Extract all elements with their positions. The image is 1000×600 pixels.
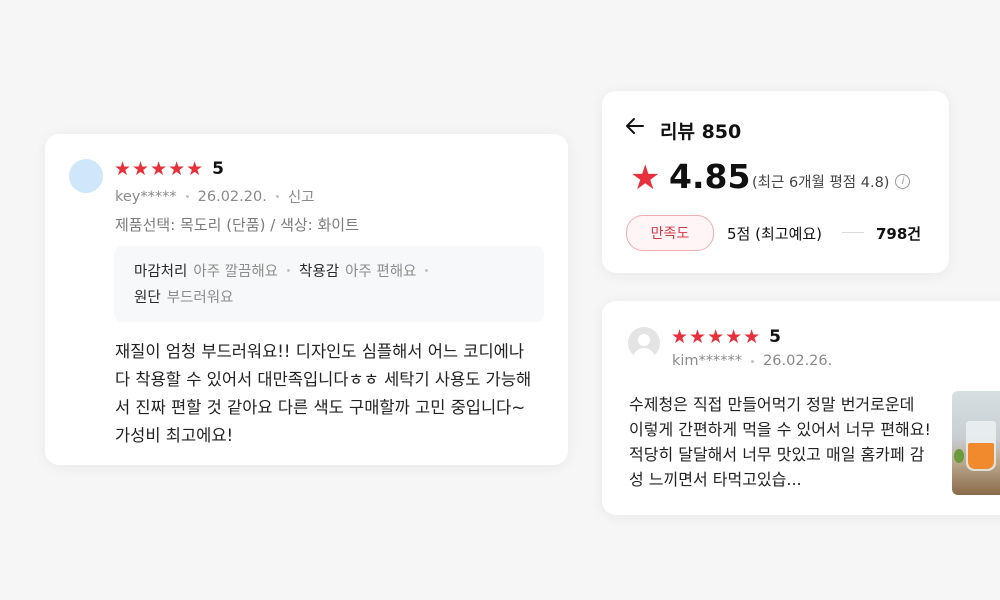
review-text: 수제청은 직접 만들어먹기 정말 번거로운데 이렇게 간편하게 먹을 수 있어서… [629,395,931,489]
reviewer-name: kim****** [672,353,743,369]
review-date: 26.02.26. [763,353,833,369]
satisfaction-badge[interactable]: 만족도 [626,215,714,251]
avatar [69,159,103,193]
review-card: ★★★★★ 5 key***** 26.02.20. 신고 제품선택: 목도리 … [45,134,568,465]
page-title: 리뷰 850 [660,121,742,143]
review-meta: key***** 26.02.20. 신고 [115,186,315,207]
star-rating: ★★★★★ 5 [671,327,781,347]
separator-dot [751,359,755,363]
rating-count: 798건 [876,225,922,243]
attribute-row: 마감처리 아주 깔끔해요 착용감 아주 편해요 [134,260,437,281]
arrow-left-icon[interactable] [624,115,646,142]
review-date: 26.02.20. [197,188,267,205]
star-icons: ★★★★★ [671,325,762,348]
review-card: ★★★★★ 5 kim****** 26.02.26. 수제청은 직접 만들어먹… [602,301,1000,515]
review-text: 재질이 엄청 부드러워요!! 디자인도 심플해서 어느 코디에나 다 착용할 수… [115,342,532,445]
rating-bar [842,232,864,233]
attribute-value: 부드러워요 [166,290,234,306]
rating-label: 5점 (최고예요) [727,225,823,243]
rating-value: 5 [769,327,782,347]
attribute-box: 마감처리 아주 깔끔해요 착용감 아주 편해요 원단 부드러워요 [114,246,544,322]
review-summary-card: 리뷰 850 ★ 4.85 (최근 6개월 평점 4.8) i 만족도 5점 (… [602,91,949,273]
recent-score-text: (최근 6개월 평점 4.8) [752,175,890,191]
star-rating: ★★★★★ 5 [114,159,224,179]
separator-dot [275,195,279,198]
review-photo[interactable] [952,391,1000,495]
recent-score: (최근 6개월 평점 4.8) i [752,171,911,192]
rating-value: 5 [212,159,225,179]
average-score: 4.85 [669,157,751,196]
info-icon[interactable]: i [895,174,911,189]
star-icons: ★★★★★ [114,157,205,180]
avatar [628,327,660,359]
attribute-key: 원단 [134,290,161,306]
attribute-key: 마감처리 [134,264,188,280]
separator-dot [287,269,291,272]
attribute-value: 아주 깔끔해요 [193,264,279,280]
product-option: 제품선택: 목도리 (단품) / 색상: 화이트 [115,216,359,234]
separator-dot [185,195,189,198]
star-icon: ★ [630,158,661,198]
review-meta: kim****** 26.02.26. [672,353,832,369]
report-link[interactable]: 신고 [288,186,315,207]
separator-dot [425,269,429,272]
attribute-key: 착용감 [299,264,340,280]
attribute-value: 아주 편해요 [345,264,417,280]
attribute-row: 원단 부드러워요 [134,286,233,307]
reviewer-name: key***** [115,188,177,205]
user-icon [638,334,650,346]
